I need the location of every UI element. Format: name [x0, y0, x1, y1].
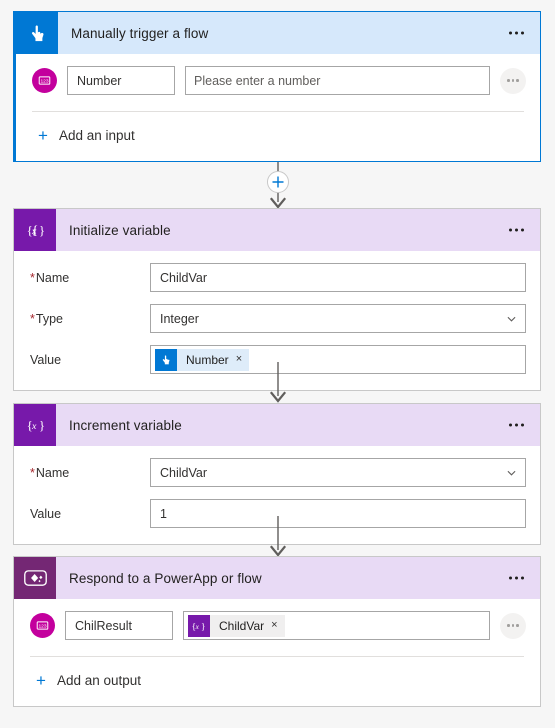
output-row: 123 ChilResult { x } ChildVar × [14, 599, 540, 652]
card-title: Initialize variable [69, 222, 171, 238]
touch-trigger-icon [155, 348, 177, 371]
output-more-button[interactable] [500, 612, 526, 639]
required-indicator: * [30, 465, 35, 480]
flow-card-initialize-variable[interactable]: { { { x } Initialize variable *Name Chil… [13, 208, 541, 391]
card-body-trigger: 123 Number Please enter a number + Add a… [16, 54, 540, 161]
token-body: Number × [177, 348, 250, 371]
param-row-type: *Type Integer [14, 304, 540, 333]
param-row-value: Value 1 [14, 499, 540, 528]
input-more-button[interactable] [500, 67, 526, 94]
flow-card-increment-variable[interactable]: { x } Increment variable *Name ChildVar [13, 403, 541, 545]
param-row-name: *Name ChildVar [14, 263, 540, 292]
card-body-increment-variable: *Name ChildVar Value 1 [14, 458, 540, 528]
card-header-trigger[interactable]: Manually trigger a flow [16, 12, 540, 54]
variable-icon: { x } [14, 404, 56, 446]
connector-trigger-to-initialize [0, 162, 555, 210]
powerapps-icon [14, 557, 56, 599]
card-menu-button[interactable] [507, 26, 526, 41]
param-row-value: Value Number × [14, 345, 540, 374]
output-name-field[interactable]: ChilResult [65, 611, 173, 640]
variable-value-input[interactable]: Number × [150, 345, 526, 374]
svg-text:123: 123 [38, 623, 46, 629]
card-menu-button[interactable] [507, 223, 526, 238]
svg-text:123: 123 [40, 78, 48, 84]
increment-name-dropdown[interactable]: ChildVar [150, 458, 526, 487]
input-name-field[interactable]: Number [67, 66, 175, 95]
remove-token-icon[interactable]: × [271, 620, 277, 631]
increment-value-input[interactable]: 1 [150, 499, 526, 528]
card-body-initialize-variable: *Name ChildVar *Type Integer Value Numbe… [14, 263, 540, 374]
insert-step-button[interactable] [266, 171, 289, 193]
variable-name-input[interactable]: ChildVar [150, 263, 526, 292]
param-label-name: *Name [30, 270, 70, 285]
token-label: ChildVar [219, 618, 265, 633]
dynamic-token-childvar[interactable]: { x } ChildVar × [188, 614, 285, 637]
flow-card-manually-trigger-a-flow[interactable]: Manually trigger a flow 123 Number Pleas… [13, 11, 541, 162]
svg-text:x: x [31, 421, 37, 432]
param-label-value: Value [30, 352, 62, 367]
add-an-output-button[interactable]: + Add an output [14, 657, 540, 706]
variable-icon: { x } [188, 614, 210, 637]
card-header-respond-to-powerapp[interactable]: Respond to a PowerApp or flow [14, 557, 540, 599]
plus-icon: + [38, 126, 48, 145]
required-indicator: * [30, 270, 35, 285]
remove-token-icon[interactable]: × [236, 354, 242, 365]
svg-text:}: } [201, 622, 205, 632]
svg-text:}: } [39, 418, 45, 433]
card-title: Increment variable [69, 417, 182, 433]
flow-card-respond-to-powerapp[interactable]: Respond to a PowerApp or flow 123 ChilRe… [13, 556, 541, 707]
number-input-icon: 123 [32, 68, 57, 93]
number-output-icon: 123 [30, 613, 55, 638]
param-label-type: *Type [30, 311, 63, 326]
token-body: ChildVar × [210, 614, 285, 637]
chevron-down-icon [507, 470, 516, 476]
add-an-input-label: Add an input [58, 128, 135, 143]
variable-icon: { { { x } [14, 209, 56, 251]
output-value-field[interactable]: { x } ChildVar × [183, 611, 490, 640]
card-title: Manually trigger a flow [71, 25, 209, 41]
plus-icon: + [36, 671, 46, 690]
trigger-input-row: 123 Number Please enter a number [16, 54, 540, 107]
param-label-name: *Name [30, 465, 70, 480]
card-body-respond-to-powerapp: 123 ChilResult { x } ChildVar × + Add an… [14, 599, 540, 706]
variable-type-dropdown[interactable]: Integer [150, 304, 526, 333]
chevron-down-icon [507, 316, 516, 322]
variable-type-value: Integer [160, 311, 199, 326]
dynamic-token-number[interactable]: Number × [155, 348, 250, 371]
card-header-initialize-variable[interactable]: { { { x } Initialize variable [14, 209, 540, 251]
token-label: Number [186, 352, 229, 367]
add-an-input-button[interactable]: + Add an input [16, 112, 540, 161]
param-row-name: *Name ChildVar [14, 458, 540, 487]
param-label-value: Value [30, 506, 62, 521]
card-menu-button[interactable] [507, 571, 526, 586]
required-indicator: * [30, 311, 35, 326]
flow-designer-canvas: Manually trigger a flow 123 Number Pleas… [0, 0, 555, 728]
card-menu-button[interactable] [507, 418, 526, 433]
svg-text:x: x [195, 622, 200, 631]
svg-text:x: x [31, 226, 37, 237]
input-description-field[interactable]: Please enter a number [185, 66, 490, 95]
card-header-increment-variable[interactable]: { x } Increment variable [14, 404, 540, 446]
card-title: Respond to a PowerApp or flow [69, 570, 262, 586]
touch-trigger-icon [16, 12, 58, 54]
add-an-output-label: Add an output [56, 673, 142, 688]
increment-name-value: ChildVar [160, 465, 208, 480]
svg-text:}: } [39, 223, 45, 238]
